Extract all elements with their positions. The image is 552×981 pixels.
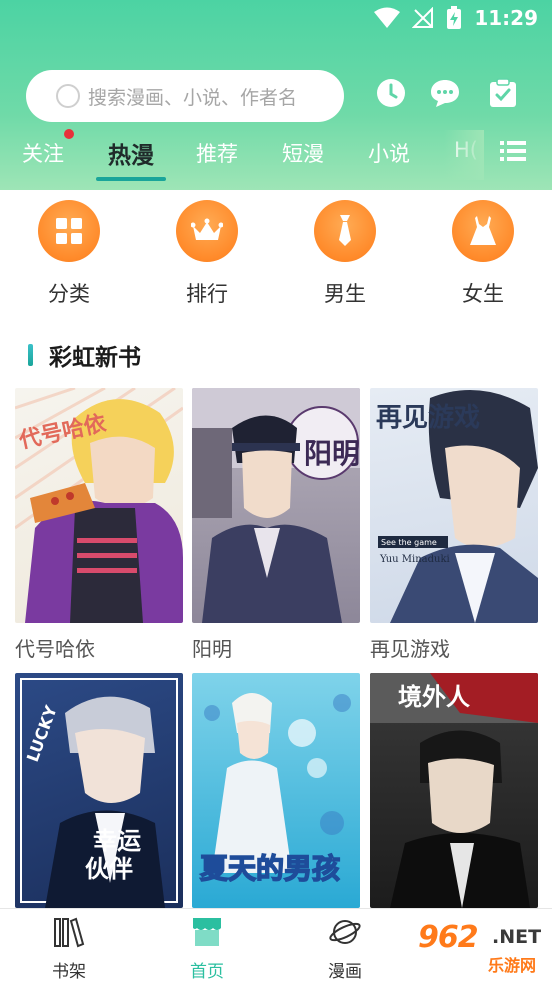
section-title: 彩虹新书 xyxy=(49,345,141,371)
book-cover[interactable]: 阳明 xyxy=(192,388,360,623)
checkin-icon[interactable] xyxy=(488,78,518,108)
svg-text:夏天的男孩: 夏天的男孩 xyxy=(200,852,340,885)
watermark-logo: 962 .NET 乐游网 xyxy=(418,920,542,975)
status-bar: 11:29 xyxy=(0,0,552,38)
tab-follow[interactable]: 关注 xyxy=(22,138,64,168)
tab-short[interactable]: 短漫 xyxy=(282,138,324,168)
svg-text:Yuu Minaduki: Yuu Minaduki xyxy=(379,554,450,565)
header: 11:29 搜索漫画、小说、作者名 关注 热漫 推荐 短漫 小说 H( xyxy=(0,0,552,190)
category-label: 排行 xyxy=(186,282,228,306)
category-shortcuts: 分类 排行 男生 女生 xyxy=(0,200,552,310)
cover-illustration: 夏天的男孩 xyxy=(199,693,351,886)
book-title: 再见游戏 xyxy=(370,637,450,661)
cover-illustration: 阳明 xyxy=(192,388,360,623)
search-icon xyxy=(56,84,80,108)
svg-text:伙伴: 伙伴 xyxy=(85,855,133,883)
tab-novel[interactable]: 小说 xyxy=(368,138,410,168)
menu-list-icon[interactable] xyxy=(500,140,526,162)
planet-icon xyxy=(329,920,361,944)
message-icon[interactable] xyxy=(430,78,460,108)
battery-charging-icon xyxy=(447,6,462,29)
active-tab-indicator xyxy=(96,177,166,181)
category-label: 男生 xyxy=(324,282,366,306)
svg-text:阳明: 阳明 xyxy=(304,437,360,470)
book-cover[interactable]: 夏天的男孩 xyxy=(192,673,360,908)
book-card[interactable]: LUCKY 幸运 伙伴 xyxy=(15,673,183,908)
book-card[interactable]: 夏天的男孩 xyxy=(192,673,360,908)
cover-illustration: LUCKY 幸运 伙伴 xyxy=(20,678,178,908)
nav-bookshelf[interactable]: 书架 xyxy=(29,915,109,981)
category-ranking-button[interactable]: 排行 xyxy=(167,200,247,308)
category-male-button[interactable]: 男生 xyxy=(305,200,385,308)
nav-comic[interactable]: 漫画 xyxy=(305,915,385,981)
no-signal-icon xyxy=(412,7,434,28)
book-title: 代号哈依 xyxy=(15,637,95,661)
section-header: 彩虹新书 xyxy=(28,338,141,372)
category-label: 分类 xyxy=(48,282,90,306)
svg-text:境外人: 境外人 xyxy=(398,683,470,711)
book-card[interactable]: 代号哈依 代号哈依 xyxy=(15,388,183,662)
search-input[interactable]: 搜索漫画、小说、作者名 xyxy=(26,70,344,122)
svg-text:再见游戏: 再见游戏 xyxy=(376,403,480,433)
book-card[interactable]: 再见游戏 See the game Yuu Minaduki 再见游戏 xyxy=(370,388,538,662)
book-cover[interactable]: 境外人 xyxy=(370,673,538,908)
cover-illustration: 境外人 xyxy=(370,673,538,908)
book-card[interactable]: 阳明 阳明 xyxy=(192,388,360,662)
history-clock-icon[interactable] xyxy=(376,78,406,108)
nav-home[interactable]: 首页 xyxy=(167,915,247,981)
category-female-button[interactable]: 女生 xyxy=(443,200,523,308)
nav-label: 首页 xyxy=(190,962,224,981)
category-classify-button[interactable]: 分类 xyxy=(29,200,109,308)
book-card[interactable]: 境外人 xyxy=(370,673,538,908)
book-cover[interactable]: 代号哈依 xyxy=(15,388,183,623)
book-cover[interactable]: 再见游戏 See the game Yuu Minaduki xyxy=(370,388,538,623)
tab-recommend[interactable]: 推荐 xyxy=(196,138,238,168)
wifi-icon xyxy=(374,7,401,28)
tab-hot[interactable]: 热漫 xyxy=(108,136,154,170)
tie-icon xyxy=(339,215,351,246)
book-title: 阳明 xyxy=(192,637,232,661)
grid-icon xyxy=(56,218,82,244)
notification-dot xyxy=(64,129,74,139)
cover-illustration: 代号哈依 xyxy=(15,388,183,623)
search-placeholder: 搜索漫画、小说、作者名 xyxy=(88,86,298,109)
crown-icon xyxy=(191,218,223,240)
svg-text:LUCKY: LUCKY xyxy=(23,703,61,765)
category-label: 女生 xyxy=(462,282,504,306)
svg-text:See the game: See the game xyxy=(381,538,437,547)
nav-label: 书架 xyxy=(52,962,86,981)
cover-illustration: 再见游戏 See the game Yuu Minaduki xyxy=(376,390,538,623)
dress-icon xyxy=(470,216,496,245)
svg-text:幸运: 幸运 xyxy=(93,827,141,855)
book-cover[interactable]: LUCKY 幸运 伙伴 xyxy=(15,673,183,908)
status-time: 11:29 xyxy=(474,6,538,30)
home-store-icon xyxy=(193,918,221,946)
bookshelf-icon xyxy=(54,917,85,948)
nav-label: 漫画 xyxy=(328,962,362,981)
